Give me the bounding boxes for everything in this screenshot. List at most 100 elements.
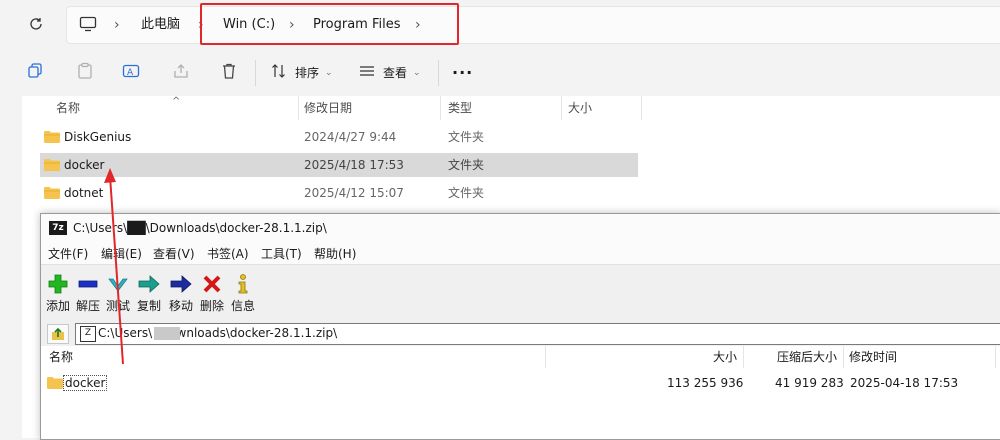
column-divider[interactable] — [440, 96, 441, 120]
move-button[interactable]: 移动 — [164, 273, 198, 314]
move-label: 移动 — [168, 299, 193, 313]
column-divider[interactable] — [641, 96, 642, 120]
test-label: 测试 — [105, 299, 130, 313]
toolbar-divider — [438, 60, 439, 86]
column-header-size[interactable]: 大小 — [713, 346, 737, 368]
window-title-bar[interactable]: 7z C:\Users\██\Downloads\docker-28.1.1.z… — [41, 214, 1000, 242]
menu-bookmarks[interactable]: 书签(A) — [207, 245, 249, 262]
column-header-modified[interactable]: 修改时间 — [849, 346, 897, 368]
folder-icon — [44, 131, 60, 143]
archive-item-modified: 2025-04-18 17:53 — [850, 376, 959, 390]
svg-text:A: A — [127, 68, 134, 78]
list-item-selected[interactable]: docker 2025/4/18 17:53 文件夹 — [40, 153, 638, 177]
extract-button[interactable]: 解压 — [71, 273, 105, 314]
info-button[interactable]: 信息 — [226, 273, 260, 314]
chevron-right-icon[interactable]: › — [114, 7, 120, 43]
path-bar: Z C:\Users\ \Downloads\docker-28.1.1.zip… — [41, 320, 1000, 346]
up-folder-button[interactable] — [47, 324, 69, 344]
column-header-modified[interactable]: 修改日期 — [304, 96, 352, 120]
move-arrow-icon — [170, 275, 192, 293]
folder-icon — [44, 187, 60, 199]
command-bar: A 排序 ⌄ 查看 ⌄ ··· — [0, 48, 1000, 96]
menu-view[interactable]: 查看(V) — [153, 245, 195, 262]
archive-manager-window: 7z C:\Users\██\Downloads\docker-28.1.1.z… — [40, 213, 1000, 440]
navigation-pane-edge — [0, 96, 22, 438]
sort-button[interactable]: 排序 — [295, 62, 319, 84]
menu-tools[interactable]: 工具(T) — [261, 245, 302, 262]
redacted-username — [154, 327, 180, 340]
window-title: C:\Users\██\Downloads\docker-28.1.1.zip\ — [73, 221, 327, 235]
archive-file-list: 名称 大小 压缩后大小 修改时间 docker 113 255 936 41 9… — [41, 346, 1000, 439]
delete-x-icon — [203, 275, 221, 293]
view-icon — [358, 62, 380, 84]
path-input[interactable]: Z C:\Users\ \Downloads\docker-28.1.1.zip… — [75, 323, 1000, 345]
menu-file[interactable]: 文件(F) — [48, 245, 88, 262]
archive-item-size: 113 255 936 — [667, 376, 744, 390]
folder-icon — [44, 159, 60, 171]
delete-label: 删除 — [199, 299, 224, 313]
breadcrumb-this-pc[interactable]: 此电脑 — [141, 7, 180, 43]
delete-icon[interactable] — [220, 62, 242, 84]
menu-help[interactable]: 帮助(H) — [314, 245, 356, 262]
path-text: C:\Users\ \Downloads\docker-28.1.1.zip\ — [98, 326, 338, 340]
paste-icon[interactable] — [76, 62, 98, 84]
file-type: 文件夹 — [448, 130, 485, 144]
sort-icon — [270, 62, 292, 84]
refresh-button[interactable] — [22, 10, 50, 38]
plus-icon — [48, 274, 68, 294]
menu-bar: 文件(F) 编辑(E) 查看(V) 书签(A) 工具(T) 帮助(H) — [41, 242, 1000, 264]
file-modified: 2025/4/18 17:53 — [304, 158, 404, 172]
rename-icon[interactable]: A — [122, 62, 144, 84]
column-divider[interactable] — [545, 346, 546, 368]
toolbar-divider — [255, 60, 256, 86]
address-bar-area: › 此电脑 › Win (C:) › Program Files › — [0, 0, 1000, 48]
refresh-icon — [30, 18, 42, 30]
file-modified: 2025/4/12 15:07 — [304, 186, 404, 200]
file-name: DiskGenius — [64, 130, 132, 144]
list-item[interactable]: DiskGenius 2024/4/27 9:44 文件夹 — [40, 125, 638, 149]
sort-ascending-icon: ^ — [172, 96, 181, 107]
file-modified: 2024/4/27 9:44 — [304, 130, 397, 144]
list-item[interactable]: dotnet 2025/4/12 15:07 文件夹 — [40, 181, 638, 205]
info-label: 信息 — [230, 299, 255, 313]
column-header-type[interactable]: 类型 — [448, 96, 472, 120]
copy-label: 复制 — [136, 299, 161, 313]
app-logo-icon: 7z — [49, 221, 67, 235]
chevron-down-icon: ⌄ — [325, 68, 333, 78]
add-button[interactable]: 添加 — [41, 273, 75, 314]
delete-button[interactable]: 删除 — [195, 273, 229, 314]
file-type: 文件夹 — [448, 158, 485, 172]
minus-icon — [78, 280, 98, 288]
column-divider[interactable] — [995, 346, 996, 368]
file-name: dotnet — [64, 186, 104, 200]
share-icon[interactable] — [172, 62, 194, 84]
info-icon — [238, 274, 248, 294]
column-divider[interactable] — [561, 96, 562, 120]
zip-file-icon: Z — [80, 326, 96, 342]
highlight-box — [200, 3, 459, 45]
archive-toolbar: 添加 解压 测试 复制 移动 删除 信息 — [41, 264, 1000, 321]
check-icon — [108, 278, 128, 292]
menu-edit[interactable]: 编辑(E) — [101, 245, 142, 262]
copy-button[interactable]: 复制 — [132, 273, 166, 314]
chevron-down-icon: ⌄ — [413, 68, 421, 78]
computer-icon — [79, 16, 97, 35]
copy-icon[interactable] — [26, 62, 48, 84]
folder-up-icon — [52, 327, 64, 340]
column-header-packed-size[interactable]: 压缩后大小 — [777, 346, 837, 368]
table-row[interactable]: docker 113 255 936 41 919 283 2025-04-18… — [45, 372, 995, 394]
add-label: 添加 — [45, 299, 70, 313]
view-button[interactable]: 查看 — [383, 62, 407, 84]
column-header-name[interactable]: 名称 — [56, 96, 80, 120]
file-type: 文件夹 — [448, 186, 485, 200]
folder-icon — [47, 377, 63, 389]
more-options-button[interactable]: ··· — [452, 62, 473, 84]
test-button[interactable]: 测试 — [101, 273, 135, 314]
column-header-name[interactable]: 名称 — [49, 346, 73, 368]
file-name: docker — [64, 158, 105, 172]
column-divider[interactable] — [743, 346, 744, 368]
column-header-size[interactable]: 大小 — [568, 96, 592, 120]
archive-item-name: docker — [63, 375, 108, 391]
column-divider[interactable] — [843, 346, 844, 368]
column-divider[interactable] — [298, 96, 299, 120]
